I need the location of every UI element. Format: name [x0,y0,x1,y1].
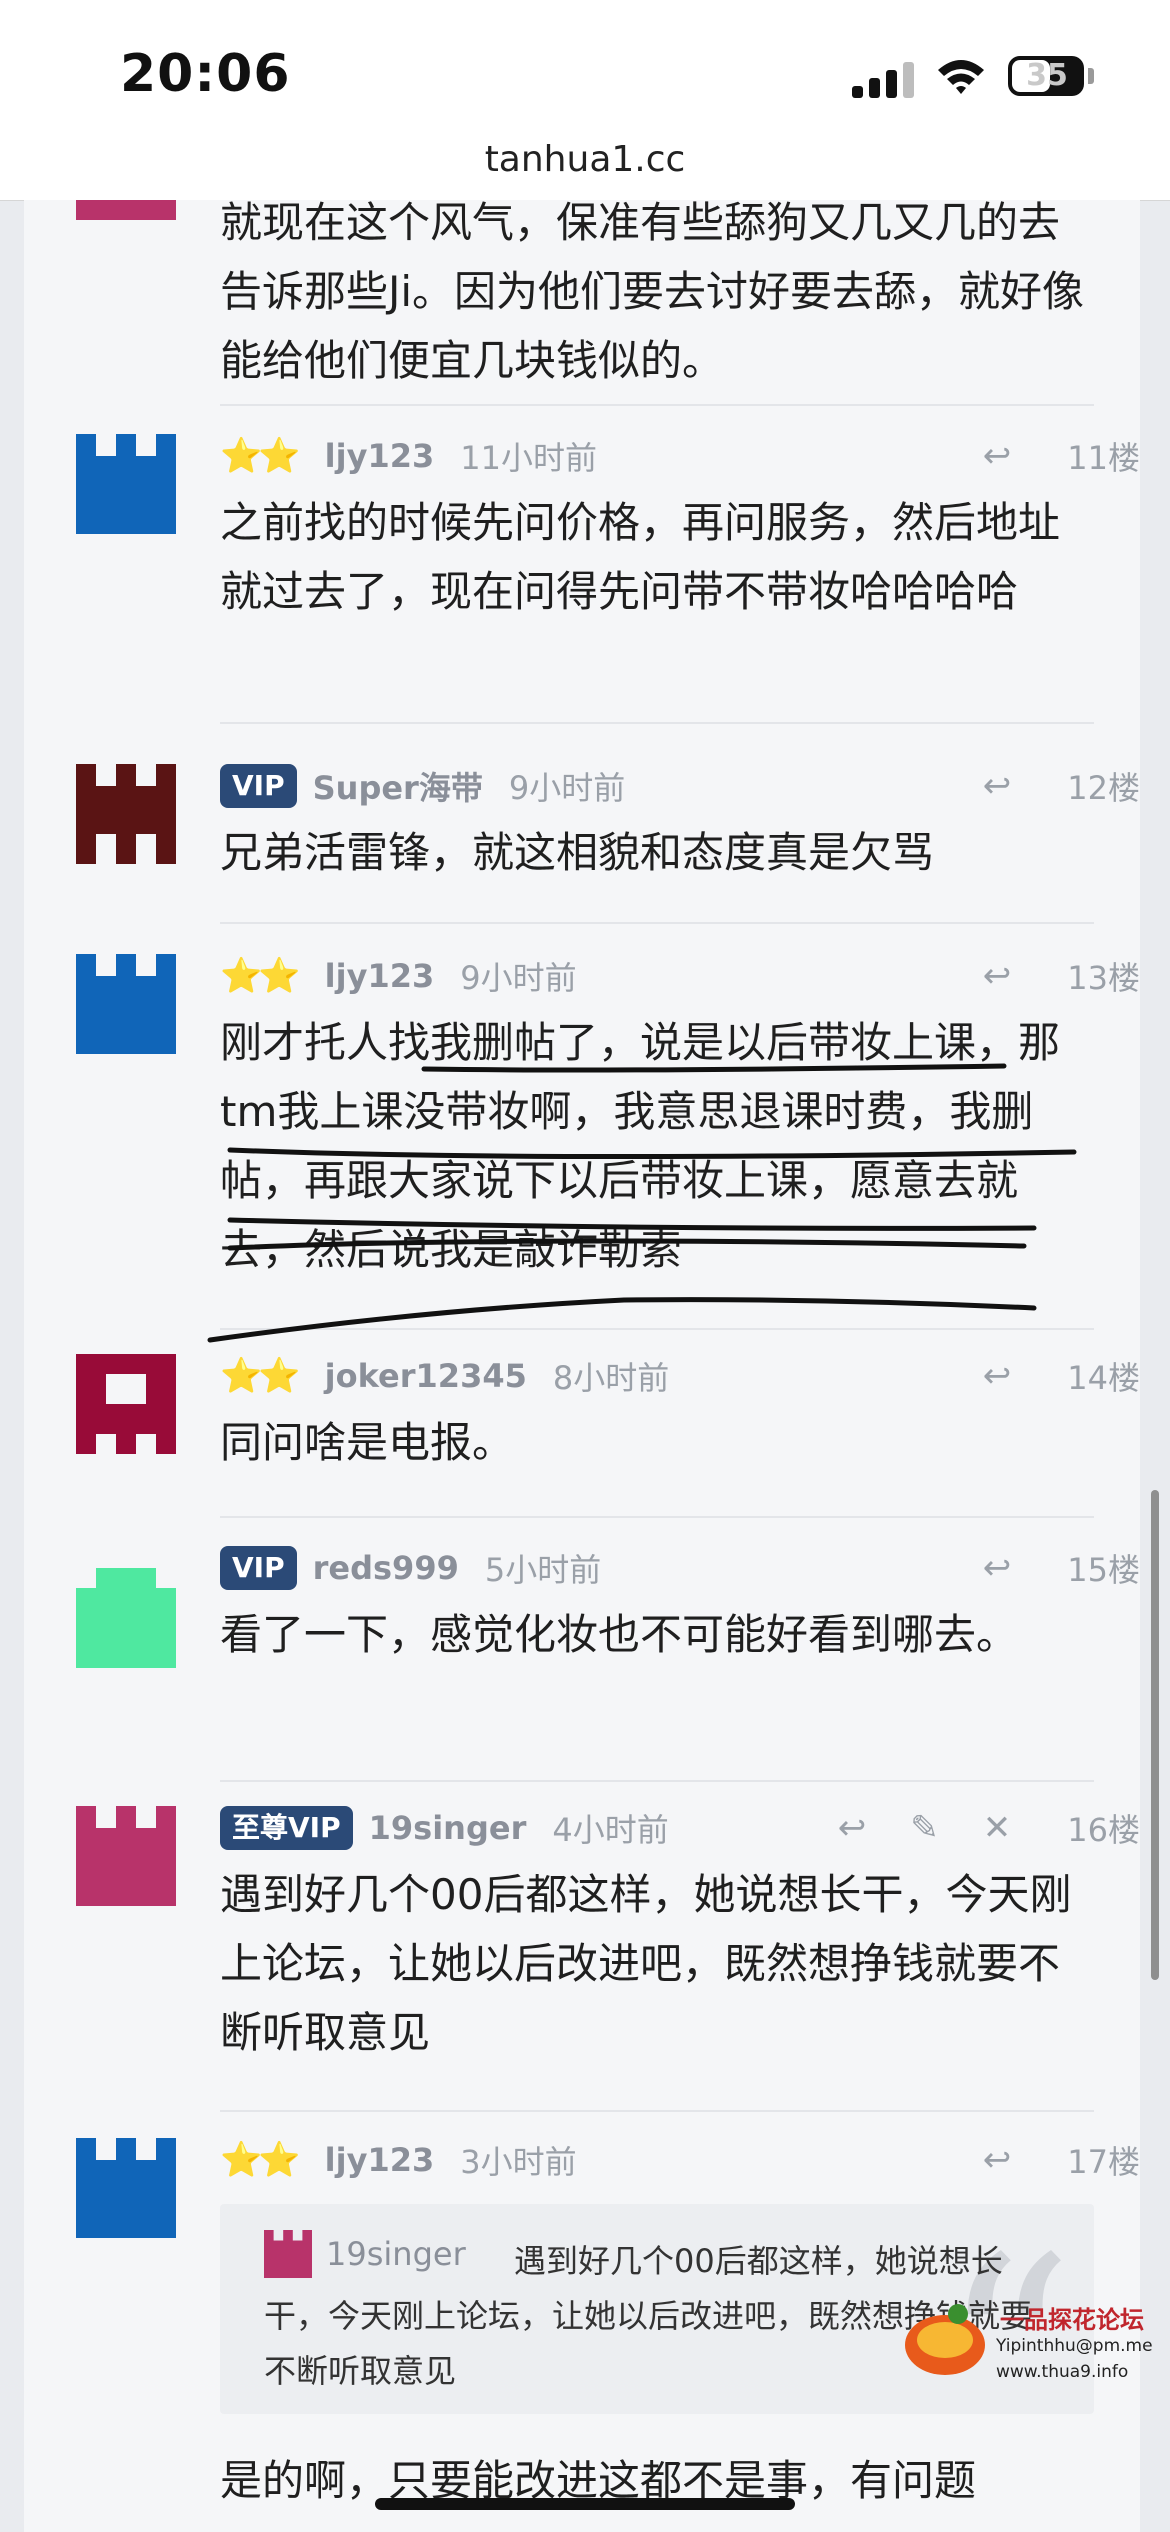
post-body: 兄弟活雷锋，就这相貌和态度真是欠骂 [220,828,935,877]
site-watermark: 一品探花论坛 Yipinthhu@pm.me www.thua9.info [900,2300,1153,2532]
post-divider [220,722,1094,724]
watermark-site: www.thua9.info [996,2362,1129,2382]
post-time: 3小时前 [460,2143,577,2181]
post-meta: VIP Super海带 9小时前 [220,762,625,810]
vip-badge: VIP [220,1546,297,1590]
reply-icon[interactable]: ↩ [983,436,1012,476]
rank-stars-icon: ⭐⭐ [220,956,301,996]
post-divider [220,1328,1094,1330]
post-actions: ↩ 13楼 [939,952,1140,1000]
reply-icon[interactable]: ↩ [983,956,1012,996]
avatar [76,200,176,220]
floor-number: 14楼 [1067,1359,1140,1397]
post-time: 8小时前 [552,1359,670,1397]
post-meta: ⭐⭐ ljy123 9小时前 [220,952,577,1000]
post-divider [220,404,1094,406]
post-author[interactable]: ljy123 [325,957,435,995]
post-actions: ↩ 15楼 [939,1544,1140,1592]
post-body: 就现在这个风气，保准有些舔狗又几又几的去告诉那些Ji。因为他们要去讨好要去舔，就… [220,200,1085,385]
floor-number: 12楼 [1067,769,1140,807]
post-meta: ⭐⭐ ljy123 11小时前 [220,432,597,480]
battery-icon: 35 [1008,56,1084,96]
post-divider [220,1516,1094,1518]
post-body: 看了一下，感觉化妆也不可能好看到哪去。 [220,1610,1019,1659]
avatar [76,764,176,864]
cellular-signal-icon [852,60,914,98]
avatar [76,434,176,534]
floor-number: 17楼 [1067,2143,1140,2181]
post-actions: ↩ ✎ ✕ 16楼 [794,1804,1140,1852]
post-body: 刚才托人找我删帖了，说是以后带妆上课，那tm我上课没带妆啊，我意思退课时费，我删… [220,1018,1061,1274]
url-text[interactable]: tanhua1.cc [0,140,1170,180]
post-meta: 至尊VIP 19singer 4小时前 [220,1804,669,1852]
post-meta: ⭐⭐ joker12345 8小时前 [220,1352,669,1400]
floor-number: 13楼 [1067,959,1140,997]
floor-number: 15楼 [1067,1551,1140,1589]
post-meta: VIP reds999 5小时前 [220,1544,601,1592]
post-divider [220,1780,1094,1782]
status-bar: 20:06 35 [0,0,1170,140]
supreme-vip-badge: 至尊VIP [220,1806,353,1850]
post-actions: ↩ 17楼 [939,2136,1140,2184]
avatar [76,1568,176,1668]
edit-icon[interactable]: ✎ [910,1808,939,1848]
post-time: 4小时前 [552,1811,669,1849]
rank-stars-icon: ⭐⭐ [220,1356,301,1396]
battery-level: 35 [1026,58,1068,93]
vip-badge: VIP [220,764,297,808]
avatar [76,1354,176,1454]
wifi-icon [938,60,984,94]
reply-icon[interactable]: ↩ [983,2140,1012,2180]
post-divider [220,2110,1094,2112]
post-author[interactable]: 19singer [369,1809,527,1847]
post-body: 遇到好几个00后都这样，她说想长干，今天刚上论坛，让她以后改进吧，既然想挣钱就要… [220,1870,1072,2057]
scrollbar[interactable] [1151,1490,1159,1980]
post-author[interactable]: joker12345 [325,1357,527,1395]
avatar [76,954,176,1054]
post-author[interactable]: reds999 [313,1549,459,1587]
rank-stars-icon: ⭐⭐ [220,436,301,476]
avatar [76,1806,176,1906]
status-time: 20:06 [120,44,291,104]
post-time: 9小时前 [460,959,577,997]
reply-icon[interactable]: ↩ [983,1356,1012,1396]
post-time: 9小时前 [508,769,626,807]
post-actions: ↩ 14楼 [939,1352,1140,1400]
mascot-logo-icon [905,2304,985,2375]
post-author[interactable]: Super海带 [313,763,483,809]
reply-icon[interactable]: ↩ [838,1808,867,1848]
post-body: 之前找的时候先问价格，再问服务，然后地址就过去了，现在问得先问带不带妆哈哈哈哈 [220,498,1061,616]
rank-stars-icon: ⭐⭐ [220,2140,301,2180]
home-indicator[interactable] [375,2498,795,2510]
post-actions: ↩ 11楼 [939,432,1140,480]
watermark-title: 一品探花论坛 [1000,2306,1144,2334]
reply-icon[interactable]: ↩ [983,766,1012,806]
post-time: 11小时前 [460,439,597,477]
post-actions: ↩ 12楼 [939,762,1140,810]
url-bar[interactable]: tanhua1.cc [0,140,1170,201]
reply-icon[interactable]: ↩ [983,1548,1012,1588]
post-meta: ⭐⭐ ljy123 3小时前 [220,2136,577,2184]
post-divider [220,922,1094,924]
thread-card: 就现在这个风气，保准有些舔狗又几又几的去告诉那些Ji。因为他们要去讨好要去舔，就… [24,200,1140,2532]
battery-cap [1088,68,1094,84]
post-author[interactable]: ljy123 [325,2141,435,2179]
watermark-email: Yipinthhu@pm.me [996,2336,1153,2356]
post-time: 5小时前 [484,1551,602,1589]
post-body: 同问啥是电报。 [220,1418,515,1467]
floor-number: 11楼 [1067,439,1140,477]
post-author[interactable]: ljy123 [325,437,435,475]
floor-number: 16楼 [1067,1811,1140,1849]
avatar [76,2138,176,2238]
delete-icon[interactable]: ✕ [983,1808,1012,1848]
